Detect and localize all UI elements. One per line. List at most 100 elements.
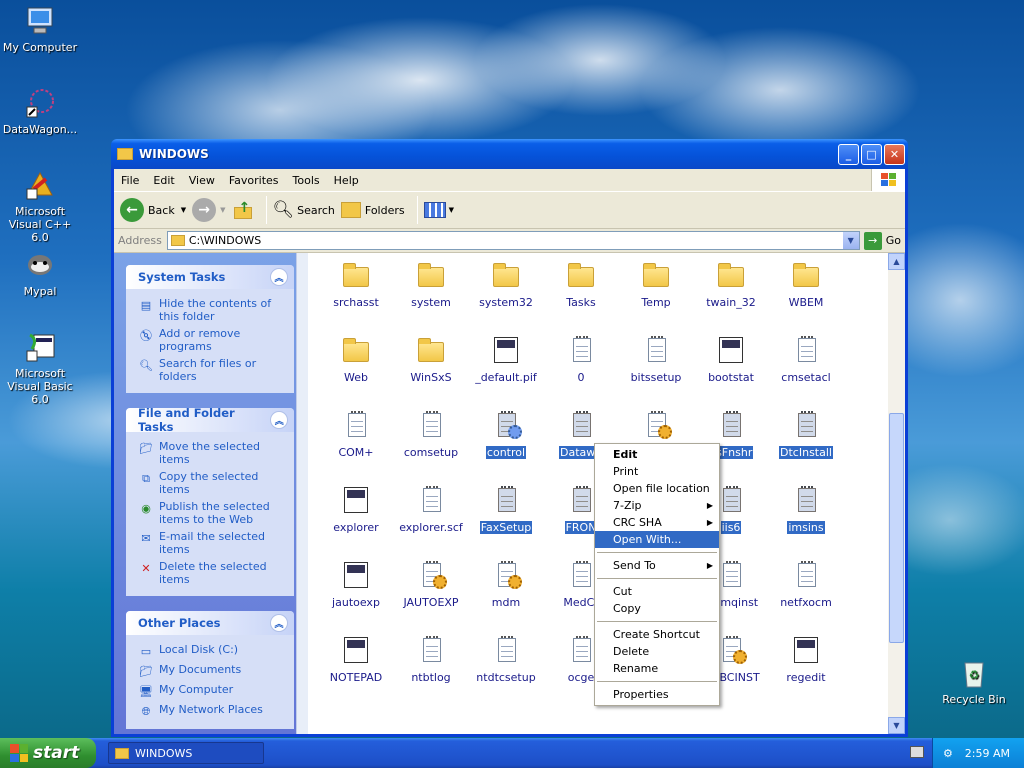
context-menu-item[interactable]: Edit xyxy=(595,446,719,463)
task-publish[interactable]: ◉ Publish the selected items to the Web xyxy=(138,500,286,526)
file-item[interactable]: WinSxS xyxy=(395,334,467,384)
file-item[interactable]: control xyxy=(470,409,542,459)
desktop-icon-mypal[interactable]: Mypal xyxy=(0,248,80,298)
file-item[interactable]: DtcInstall xyxy=(770,409,842,459)
file-item[interactable]: system32 xyxy=(470,259,542,309)
task-delete[interactable]: ✕ Delete the selected items xyxy=(138,560,286,586)
desktop-icon-recycle-bin[interactable]: ♻ Recycle Bin xyxy=(934,656,1014,706)
taskpane-scrollbar[interactable] xyxy=(296,253,308,734)
system-tasks-header[interactable]: System Tasks ︽ xyxy=(126,265,294,289)
desktop-icon-label: My Computer xyxy=(2,41,78,54)
context-menu-item[interactable]: Create Shortcut xyxy=(595,626,719,643)
desktop-icon-my-computer[interactable]: My Computer xyxy=(0,4,80,54)
file-item[interactable]: imsins xyxy=(770,484,842,534)
file-item[interactable]: explorer xyxy=(320,484,392,534)
vertical-scrollbar[interactable]: ▲ ▼ xyxy=(888,253,905,734)
context-menu-item[interactable]: CRC SHA ▶ xyxy=(595,514,719,531)
task-search-files[interactable]: 🔍︎ Search for files or folders xyxy=(138,357,286,383)
text-file-icon xyxy=(789,334,823,368)
file-item[interactable]: JAUTOEXP xyxy=(395,559,467,609)
context-menu-item[interactable]: Copy xyxy=(595,600,719,617)
task-email[interactable]: ✉ E-mail the selected items xyxy=(138,530,286,556)
context-menu-item[interactable]: Open file location xyxy=(595,480,719,497)
start-button[interactable]: start xyxy=(0,738,96,768)
file-item[interactable]: 0 xyxy=(545,334,617,384)
file-item[interactable]: WBEM xyxy=(770,259,842,309)
menu-help[interactable]: Help xyxy=(327,174,366,187)
file-item[interactable]: regedit xyxy=(770,634,842,684)
context-menu-item[interactable]: Cut xyxy=(595,583,719,600)
file-folder-tasks-header[interactable]: File and Folder Tasks ︽ xyxy=(126,408,294,434)
place-local-disk[interactable]: ▭ Local Disk (C:) xyxy=(138,643,286,659)
minimize-button[interactable]: _ xyxy=(838,143,859,165)
task-hide-contents[interactable]: ▤ Hide the contents of this folder xyxy=(138,297,286,323)
file-item[interactable]: FaxSetup xyxy=(470,484,542,534)
file-item[interactable]: bootstat xyxy=(695,334,767,384)
place-my-documents[interactable]: 📁︎ My Documents xyxy=(138,663,286,679)
application-icon xyxy=(339,484,373,518)
menu-favorites[interactable]: Favorites xyxy=(222,174,286,187)
up-button[interactable]: ↑ xyxy=(232,199,254,221)
title-bar[interactable]: WINDOWS _ □ ✕ xyxy=(111,139,908,169)
context-menu-item[interactable]: Send To ▶ xyxy=(595,557,719,574)
views-button[interactable]: ▼ xyxy=(423,202,454,218)
file-item[interactable]: ntdtcsetup xyxy=(470,634,542,684)
collapse-icon[interactable]: ︽ xyxy=(270,268,288,286)
go-button[interactable]: → Go xyxy=(863,231,901,250)
context-menu-item[interactable]: Print xyxy=(595,463,719,480)
search-button[interactable]: 🔍︎ Search xyxy=(273,200,335,220)
file-item[interactable]: _default.pif xyxy=(470,334,542,384)
place-my-network[interactable]: 🌐︎ My Network Places xyxy=(138,703,286,719)
desktop-icon-visual-cpp[interactable]: Microsoft Visual C++ 6.0 xyxy=(0,168,80,244)
file-folder-tasks-panel: File and Folder Tasks ︽ 📁︎ Move the select… xyxy=(126,408,294,596)
context-menu-item[interactable]: Delete xyxy=(595,643,719,660)
file-item[interactable]: netfxocm xyxy=(770,559,842,609)
file-item[interactable]: cmsetacl xyxy=(770,334,842,384)
keyboard-icon[interactable] xyxy=(910,746,924,758)
task-copy[interactable]: ⧉ Copy the selected items xyxy=(138,470,286,496)
other-places-header[interactable]: Other Places ︽ xyxy=(126,611,294,635)
file-item[interactable]: comsetup xyxy=(395,409,467,459)
collapse-icon[interactable]: ︽ xyxy=(270,411,288,429)
collapse-icon[interactable]: ︽ xyxy=(270,614,288,632)
menu-file[interactable]: File xyxy=(114,174,146,187)
task-move[interactable]: 📁︎ Move the selected items xyxy=(138,440,286,466)
clock[interactable]: 2:59 AM xyxy=(965,747,1010,760)
file-item[interactable]: NOTEPAD xyxy=(320,634,392,684)
context-menu-item[interactable]: Properties xyxy=(595,686,719,703)
address-input[interactable]: C:\WINDOWS ▼ xyxy=(166,231,860,250)
menu-view[interactable]: View xyxy=(182,174,222,187)
network-tray-icon[interactable]: ⚙ xyxy=(943,747,953,760)
file-item[interactable]: explorer.scf xyxy=(395,484,467,534)
file-item[interactable]: bitssetup xyxy=(620,334,692,384)
file-item[interactable]: twain_32 xyxy=(695,259,767,309)
scroll-down-button[interactable]: ▼ xyxy=(888,717,905,734)
address-dropdown-button[interactable]: ▼ xyxy=(842,232,859,249)
file-item[interactable]: mdm xyxy=(470,559,542,609)
file-item[interactable]: COM+ xyxy=(320,409,392,459)
file-item[interactable]: system xyxy=(395,259,467,309)
desktop-icon-visual-basic[interactable]: Microsoft Visual Basic 6.0 xyxy=(0,330,80,406)
task-add-remove-programs[interactable]: 💿︎ Add or remove programs xyxy=(138,327,286,353)
taskbar-window-button[interactable]: WINDOWS xyxy=(108,742,264,764)
menu-edit[interactable]: Edit xyxy=(146,174,181,187)
maximize-button[interactable]: □ xyxy=(861,143,882,165)
folders-button[interactable]: Folders xyxy=(340,202,405,218)
place-my-computer[interactable]: 🖥︎ My Computer xyxy=(138,683,286,699)
scroll-up-button[interactable]: ▲ xyxy=(888,253,905,270)
file-item[interactable]: jautoexp xyxy=(320,559,392,609)
file-item[interactable]: ntbtlog xyxy=(395,634,467,684)
file-item[interactable]: Tasks xyxy=(545,259,617,309)
context-menu-item[interactable]: Rename xyxy=(595,660,719,677)
context-menu-item[interactable]: 7-Zip ▶ xyxy=(595,497,719,514)
context-menu-item[interactable]: Open With... xyxy=(595,531,719,548)
menu-tools[interactable]: Tools xyxy=(286,174,327,187)
scroll-thumb[interactable] xyxy=(889,413,904,643)
file-item[interactable]: srchasst xyxy=(320,259,392,309)
file-item[interactable]: Temp xyxy=(620,259,692,309)
back-button[interactable]: ← Back ▼ xyxy=(120,198,186,222)
desktop-icon-datawagon[interactable]: DataWagon... xyxy=(0,86,80,136)
forward-button[interactable]: → ▼ xyxy=(192,198,226,222)
close-button[interactable]: ✕ xyxy=(884,143,905,165)
file-item[interactable]: Web xyxy=(320,334,392,384)
